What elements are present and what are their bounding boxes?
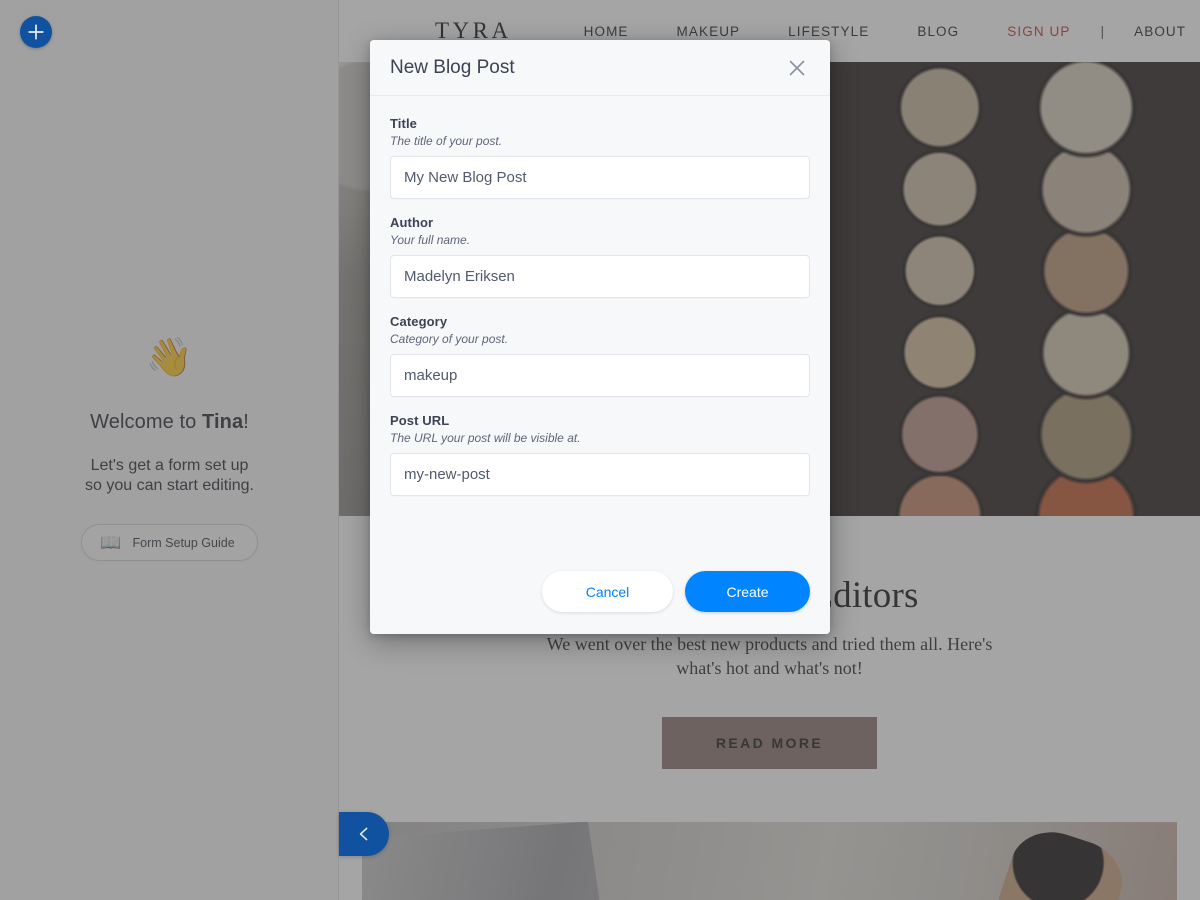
title-input[interactable] — [390, 156, 810, 199]
waving-hand-icon: 👋 — [145, 337, 194, 379]
hero-subtitle-line-2: what's hot and what's not! — [676, 657, 863, 678]
modal-body: Title The title of your post. Author You… — [370, 96, 830, 557]
category-input[interactable] — [390, 354, 810, 397]
read-more-button[interactable]: READ MORE — [661, 716, 878, 769]
nav-link-home[interactable]: HOME — [560, 24, 653, 39]
nav-link-blog[interactable]: BLOG — [893, 24, 983, 39]
nav-link-makeup[interactable]: MAKEUP — [653, 24, 765, 39]
open-book-icon: 📖 — [100, 533, 122, 552]
field-category-label: Category — [390, 314, 448, 329]
welcome-brand: Tina — [202, 411, 244, 433]
nav-link-sign-up[interactable]: SIGN UP — [983, 24, 1094, 39]
author-input[interactable] — [390, 255, 810, 298]
create-button[interactable]: Create — [685, 571, 810, 612]
form-setup-guide-label: Form Setup Guide — [132, 535, 235, 550]
new-blog-post-modal: New Blog Post Title The title of your po… — [370, 40, 830, 634]
welcome-subtitle-line-2: so you can start editing. — [85, 477, 254, 494]
field-title-description: The title of your post. — [390, 134, 503, 148]
cancel-button[interactable]: Cancel — [542, 571, 673, 612]
tina-sidebar: 👋 Welcome to Tina! Let's get a form set … — [0, 0, 339, 900]
plus-icon — [28, 24, 44, 40]
welcome-heading: Welcome to Tina! — [90, 411, 249, 434]
post-url-input[interactable] — [390, 453, 810, 496]
add-button[interactable] — [20, 16, 52, 48]
chevron-left-icon — [359, 827, 368, 841]
field-post-url-description: The URL your post will be visible at. — [390, 431, 581, 445]
app-root: TYRA HOME MAKEUP LIFESTYLE BLOG SIGN UP … — [0, 0, 1200, 900]
field-author-label: Author — [390, 215, 434, 230]
welcome-prefix: Welcome to — [90, 411, 203, 433]
nav-link-lifestyle[interactable]: LIFESTYLE — [764, 24, 893, 39]
welcome-suffix: ! — [243, 411, 249, 433]
field-category-description: Category of your post. — [390, 332, 509, 346]
nav-link-about[interactable]: ABOUT — [1110, 24, 1200, 39]
form-setup-guide-button[interactable]: 📖 Form Setup Guide — [81, 524, 258, 561]
site-nav-links: HOME MAKEUP LIFESTYLE BLOG SIGN UP | ABO… — [560, 23, 1200, 39]
field-category: Category Category of your post. — [390, 314, 810, 397]
welcome-subtitle-line-1: Let's get a form set up — [90, 457, 249, 474]
modal-header: New Blog Post — [370, 40, 830, 96]
field-author-description: Your full name. — [390, 233, 471, 247]
close-icon[interactable] — [784, 55, 810, 81]
field-title: Title The title of your post. — [390, 116, 810, 199]
hero-subtitle-line-1: We went over the best new products and t… — [546, 634, 993, 654]
field-post-url-label: Post URL — [390, 413, 450, 428]
field-title-label: Title — [390, 116, 417, 131]
modal-title: New Blog Post — [390, 56, 515, 78]
lower-article-photo — [362, 821, 1177, 900]
modal-footer: Cancel Create — [370, 557, 830, 634]
nav-separator: | — [1100, 23, 1105, 39]
welcome-subtitle: Let's get a form set up so you can start… — [85, 456, 254, 496]
field-author: Author Your full name. — [390, 215, 810, 298]
field-post-url: Post URL The URL your post will be visib… — [390, 413, 810, 496]
sidebar-welcome-panel: 👋 Welcome to Tina! Let's get a form set … — [0, 0, 338, 900]
sidebar-collapse-button[interactable] — [339, 812, 389, 856]
